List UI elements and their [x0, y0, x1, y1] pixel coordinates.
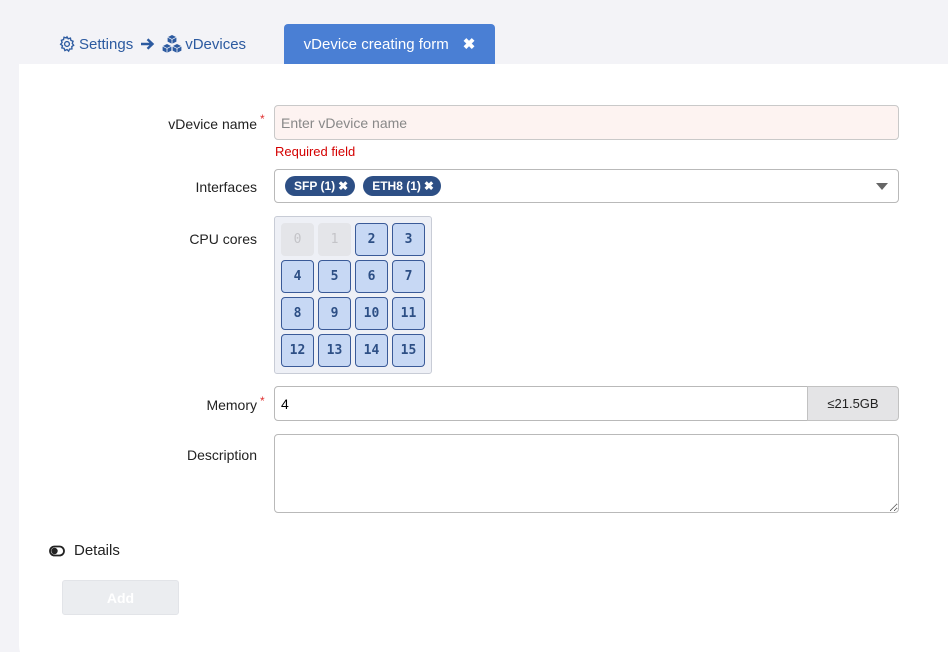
cpu-core-12[interactable]: 12: [281, 334, 314, 367]
breadcrumb-settings[interactable]: Settings: [58, 35, 133, 53]
memory-limit-addon: ≤21.5GB: [807, 386, 899, 421]
toggle-icon: [49, 545, 65, 556]
cpu-core-14[interactable]: 14: [355, 334, 388, 367]
breadcrumb-settings-label: Settings: [79, 35, 134, 53]
tab-vdevice-form[interactable]: vDevice creating form ✖: [284, 24, 495, 64]
chip-label: SFP (1): [294, 179, 336, 193]
breadcrumb-vdevices[interactable]: vDevices: [162, 35, 246, 53]
cpu-core-7[interactable]: 7: [392, 260, 425, 293]
remove-chip-icon[interactable]: ✖: [424, 179, 434, 193]
required-mark: *: [260, 394, 265, 408]
cpu-core-3[interactable]: 3: [392, 223, 425, 256]
chevron-down-icon[interactable]: [876, 183, 888, 190]
cpu-core-0: 0: [281, 223, 314, 256]
chip-label: ETH8 (1): [372, 179, 421, 193]
cpu-core-1: 1: [318, 223, 351, 256]
breadcrumb: Settings vDevices: [58, 33, 246, 55]
cpu-core-4[interactable]: 4: [281, 260, 314, 293]
memory-input[interactable]: [274, 386, 808, 421]
cpu-core-11[interactable]: 11: [392, 297, 425, 330]
cubes-icon: [162, 35, 182, 53]
cpu-cores-label: CPU cores: [189, 231, 257, 247]
vdevice-name-input[interactable]: [274, 105, 899, 140]
cpu-core-6[interactable]: 6: [355, 260, 388, 293]
cpu-core-2[interactable]: 2: [355, 223, 388, 256]
details-label: Details: [74, 542, 120, 559]
arrow-right-icon: [140, 37, 155, 51]
vdevice-name-label: vDevice name: [168, 116, 257, 132]
name-error-message: Required field: [275, 144, 356, 159]
cpu-core-8[interactable]: 8: [281, 297, 314, 330]
interfaces-select[interactable]: SFP (1) ✖ ETH8 (1) ✖: [274, 169, 899, 203]
required-mark: *: [260, 112, 265, 126]
cpu-core-15[interactable]: 15: [392, 334, 425, 367]
add-button[interactable]: Add: [62, 580, 179, 615]
cpu-core-9[interactable]: 9: [318, 297, 351, 330]
remove-chip-icon[interactable]: ✖: [338, 179, 348, 193]
description-label: Description: [186, 447, 257, 463]
details-toggle[interactable]: Details: [49, 542, 120, 559]
cpu-core-10[interactable]: 10: [355, 297, 388, 330]
interfaces-label: Interfaces: [195, 179, 257, 195]
interface-chip-sfp: SFP (1) ✖: [285, 176, 356, 196]
gear-icon: [59, 35, 75, 53]
cpu-core-5[interactable]: 5: [318, 260, 351, 293]
interface-chip-eth8: ETH8 (1) ✖: [363, 176, 441, 196]
breadcrumb-vdevices-label: vDevices: [185, 35, 247, 53]
cpu-core-grid: 0 1 2 3 4 5 6 7 8 9 10 11 12 13 14 15: [274, 216, 432, 374]
tab-title: vDevice creating form: [303, 35, 449, 53]
tab-close-icon[interactable]: ✖: [463, 37, 476, 52]
form-panel: [19, 64, 948, 652]
memory-label: Memory: [206, 397, 257, 413]
description-textarea[interactable]: [274, 434, 899, 513]
cpu-core-13[interactable]: 13: [318, 334, 351, 367]
